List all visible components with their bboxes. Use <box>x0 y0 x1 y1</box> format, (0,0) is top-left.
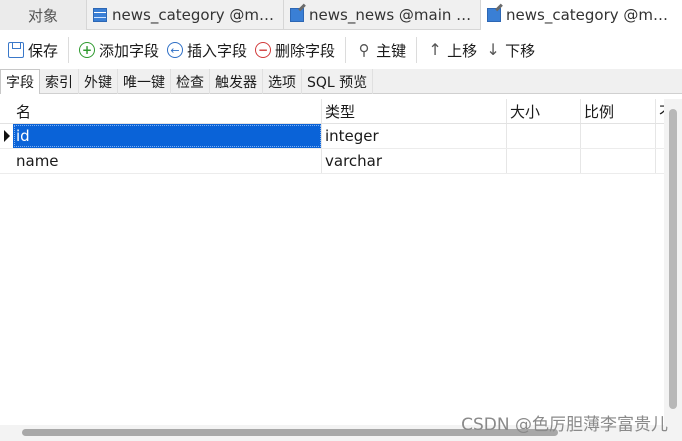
table-row[interactable]: name varchar <box>0 149 664 174</box>
table-icon <box>93 8 107 22</box>
tab-triggers[interactable]: 触发器 <box>210 69 263 94</box>
tab-foreign-keys[interactable]: 外键 <box>79 69 118 94</box>
add-field-label: 添加字段 <box>99 41 160 60</box>
tab-objects[interactable]: 对象 <box>0 0 87 30</box>
vertical-scrollbar[interactable] <box>664 99 682 425</box>
field-more-cell[interactable] <box>656 124 664 148</box>
delete-field-button[interactable]: − 删除字段 <box>251 35 339 65</box>
add-field-button[interactable]: + 添加字段 <box>75 35 163 65</box>
arrow-up-icon: ↑ <box>428 40 442 59</box>
current-row-indicator <box>0 124 13 148</box>
field-size-cell[interactable] <box>507 124 581 148</box>
field-name-cell[interactable]: id <box>13 124 322 148</box>
toolbar: 保存 + 添加字段 ← 插入字段 − 删除字段 ⚲ 主键 ↑ 上移 ↓ 下移 <box>0 31 682 69</box>
field-more-cell[interactable] <box>656 149 664 173</box>
design-tab-bar: 字段 索引 外键 唯一键 检查 触发器 选项 SQL 预览 <box>0 69 682 94</box>
add-circle-icon: + <box>79 42 96 58</box>
table-row[interactable]: id integer <box>0 124 664 149</box>
field-name-cell[interactable]: name <box>13 149 322 173</box>
table-design-icon <box>487 8 501 22</box>
remove-circle-icon: − <box>255 42 272 58</box>
column-header-ratio[interactable]: 比例 <box>581 99 656 123</box>
tab-label: news_category @mai... <box>506 6 676 24</box>
column-header-not-null[interactable]: 不 <box>656 99 664 123</box>
grid-header: 名 类型 大小 比例 不 <box>0 99 664 124</box>
insert-field-label: 插入字段 <box>187 41 248 60</box>
field-ratio-cell[interactable] <box>581 124 656 148</box>
toolbar-separator <box>416 37 418 63</box>
row-indicator-header <box>0 99 13 123</box>
insert-field-button[interactable]: ← 插入字段 <box>163 35 251 65</box>
watermark: CSDN @色厉胆薄李富贵儿 <box>461 415 668 435</box>
tab-checks[interactable]: 检查 <box>171 69 210 94</box>
column-header-size[interactable]: 大小 <box>507 99 581 123</box>
save-icon <box>8 42 24 58</box>
primary-key-label: 主键 <box>376 41 407 60</box>
move-up-label: 上移 <box>447 41 478 60</box>
primary-key-button[interactable]: ⚲ 主键 <box>352 35 410 65</box>
tab-news-news-design[interactable]: news_news @main (1... <box>284 0 481 30</box>
column-header-name[interactable]: 名 <box>13 99 322 123</box>
document-tab-bar: 对象 news_category @mai... news_news @main… <box>0 0 682 30</box>
column-header-type[interactable]: 类型 <box>322 99 507 123</box>
tab-label: news_category @mai... <box>112 6 277 24</box>
arrow-down-icon: ↓ <box>486 40 500 59</box>
save-button[interactable]: 保存 <box>4 35 62 65</box>
vertical-scrollbar-thumb[interactable] <box>669 109 677 409</box>
key-icon: ⚲ <box>358 40 370 59</box>
save-label: 保存 <box>28 41 59 60</box>
tab-indexes[interactable]: 索引 <box>40 69 79 94</box>
tab-unique-keys[interactable]: 唯一键 <box>118 69 171 94</box>
tab-options[interactable]: 选项 <box>263 69 302 94</box>
field-ratio-cell[interactable] <box>581 149 656 173</box>
row-indicator <box>0 149 13 173</box>
table-design-icon <box>290 8 304 22</box>
move-down-label: 下移 <box>505 41 536 60</box>
tab-objects-label: 对象 <box>27 6 58 25</box>
field-type-cell[interactable]: integer <box>322 124 507 148</box>
field-size-cell[interactable] <box>507 149 581 173</box>
tab-news-category-data[interactable]: news_category @mai... <box>87 0 284 30</box>
tab-fields[interactable]: 字段 <box>0 69 40 94</box>
field-type-cell[interactable]: varchar <box>322 149 507 173</box>
move-up-button[interactable]: ↑ 上移 <box>423 35 481 65</box>
delete-field-label: 删除字段 <box>275 41 336 60</box>
toolbar-separator <box>68 37 70 63</box>
move-down-button[interactable]: ↓ 下移 <box>481 35 539 65</box>
row-pointer-icon <box>3 130 10 142</box>
toolbar-separator <box>345 37 347 63</box>
tab-label: news_news @main (1... <box>309 6 474 24</box>
fields-grid: 名 类型 大小 比例 不 id integer name varchar <box>0 99 664 425</box>
tab-news-category-design[interactable]: news_category @mai... <box>481 0 682 30</box>
tab-sql-preview[interactable]: SQL 预览 <box>302 69 374 94</box>
insert-arrow-icon: ← <box>167 42 184 58</box>
